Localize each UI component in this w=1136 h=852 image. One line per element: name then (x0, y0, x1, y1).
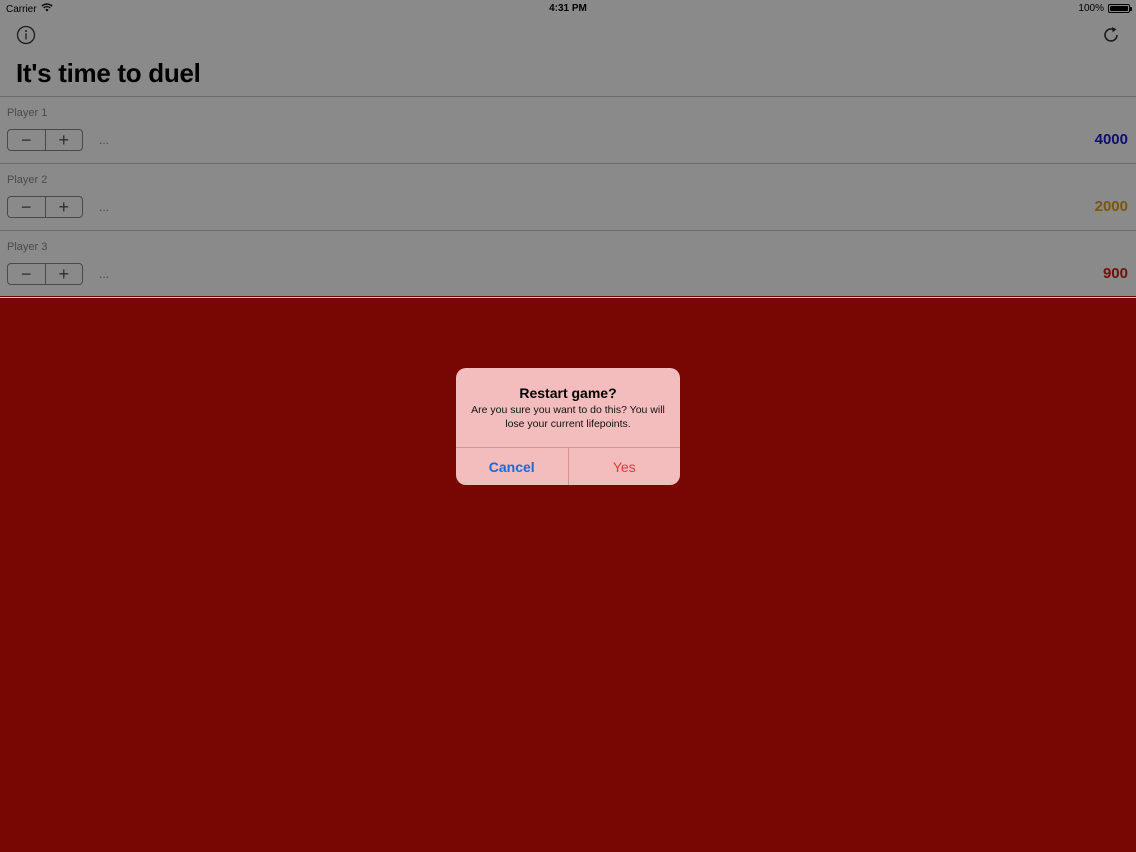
cancel-button[interactable]: Cancel (456, 448, 568, 485)
modal-dim-overlay (0, 0, 1136, 296)
alert-title: Restart game? (519, 385, 617, 401)
alert-message: Are you sure you want to do this? You wi… (471, 404, 665, 430)
alert-button-bar: Cancel Yes (456, 447, 680, 485)
restart-alert-dialog: Restart game? Are you sure you want to d… (456, 368, 680, 485)
yes-button[interactable]: Yes (567, 448, 681, 485)
